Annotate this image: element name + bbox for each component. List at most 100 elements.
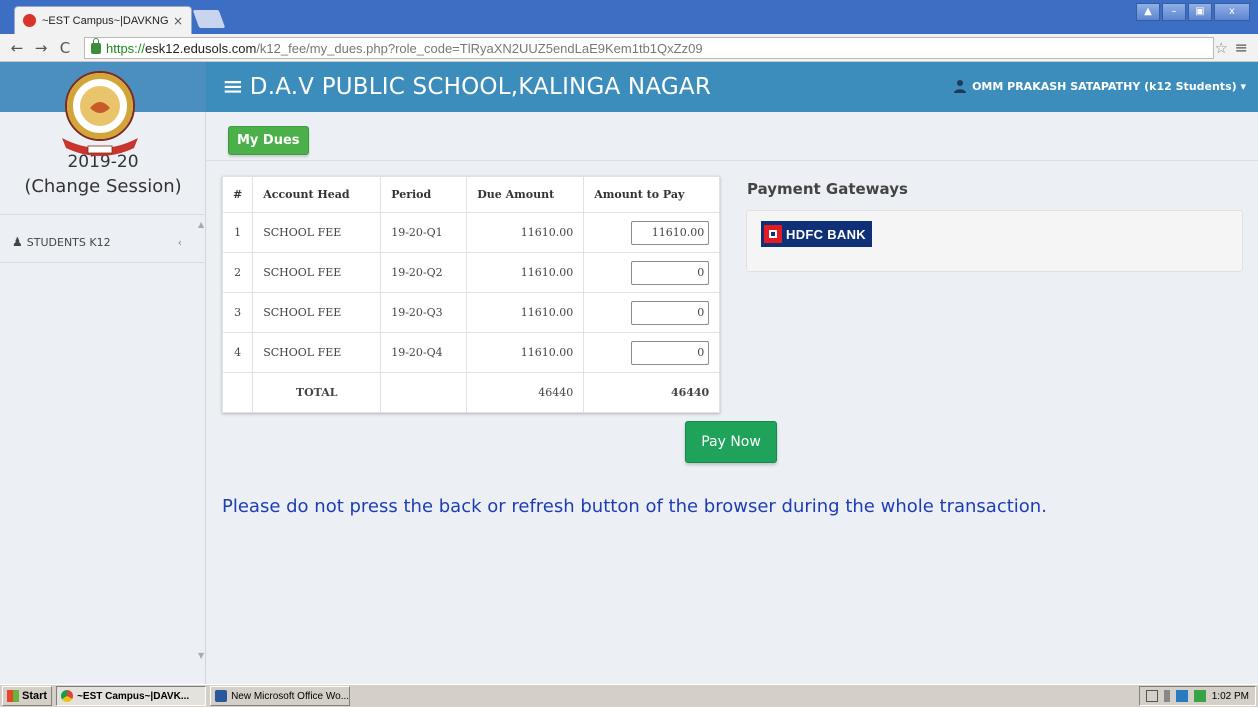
table-row: 4 SCHOOL FEE 19-20-Q4 11610.00 [221,332,721,373]
forward-arrow-icon[interactable]: → [34,39,48,57]
main-content: My Dues # Account Head Period Due Amount… [206,112,1258,684]
url-path: /k12_fee/my_dues.php?role_code=TlRyaXN2U… [256,40,703,56]
tray-app-icon[interactable] [1193,690,1206,702]
due-amount: 11610.00 [466,252,585,293]
amount-to-pay-cell [583,252,721,293]
column-header: # [221,176,254,213]
payment-gateways-panel: HDFC BANK [746,210,1243,272]
amount-to-pay-input[interactable] [631,220,710,245]
period: 19-20-Q2 [380,252,468,293]
sidebar-item-label: STUDENTS K12 [26,235,111,249]
minimize-button[interactable]: – [1162,3,1186,21]
hamburger-menu-icon[interactable]: ≡ [222,72,244,102]
school-name: D.A.V PUBLIC SCHOOL,KALINGA NAGAR [249,74,711,100]
table-row: 2 SCHOOL FEE 19-20-Q2 11610.00 [221,252,721,293]
chrome-icon [61,690,74,702]
period: 19-20-Q4 [380,332,468,373]
amount-to-pay-input[interactable] [631,260,710,285]
amount-to-pay-cell [583,332,721,373]
column-header: Account Head [252,176,382,213]
scroll-down-icon[interactable]: ▼ [198,651,204,660]
browser-tab[interactable]: ~EST Campus~|DAVKNG × [14,6,192,34]
user-name: OMM PRAKASH SATAPATHY (k12 Students) ▾ [972,79,1246,93]
taskbar-item-label: New Microsoft Office Wo... [231,690,350,702]
account-head: SCHOOL FEE [252,252,382,293]
amount-to-pay-cell [583,292,721,333]
browser-menu-icon[interactable]: ≡ [1235,38,1248,57]
taskbar-item-label: ~EST Campus~|DAVK... [77,690,190,702]
url-scheme: https:// [106,40,146,56]
hdfc-bank-gateway[interactable]: HDFC BANK [761,221,872,247]
tray-app-icon[interactable] [1175,690,1188,702]
browser-tabbar: ~EST Campus~|DAVKNG × ▲ – ▣ x [0,0,1258,34]
due-amount: 11610.00 [466,292,585,333]
word-icon [215,690,228,702]
sidebar-scrollbar[interactable]: ▲ ▼ [198,220,206,660]
new-tab-button[interactable] [192,10,226,28]
url-host: esk12.edusols.com [145,40,257,56]
tab-close-icon[interactable]: × [173,14,183,28]
hdfc-logo-icon [764,225,782,243]
window-controls: ▲ – ▣ x [1136,3,1250,21]
windows-flag-icon [7,690,19,702]
column-header: Amount to Pay [583,176,721,213]
row-number: 2 [221,252,254,293]
chevron-left-icon: ‹ [177,235,182,249]
row-number: 4 [221,332,254,373]
site-favicon-icon [23,14,36,27]
pay-now-button[interactable]: Pay Now [685,421,777,463]
maximize-button[interactable]: ▣ [1188,3,1212,21]
window-extra-button[interactable]: ▲ [1136,3,1160,21]
hdfc-label: HDFC BANK [786,226,866,242]
account-head: SCHOOL FEE [252,292,382,333]
column-header: Period [380,176,468,213]
reload-icon[interactable]: C [58,39,72,57]
tab-title: ~EST Campus~|DAVKNG [42,14,169,27]
total-empty-cell [380,372,468,413]
start-button[interactable]: Start [2,686,53,706]
content-divider [206,160,1258,161]
change-session-link[interactable]: (Change Session) [0,176,206,197]
address-bar[interactable]: https:// esk12.edusols.com /k12_fee/my_d… [84,37,1214,59]
user-icon [954,80,967,93]
amount-to-pay-input[interactable] [631,300,710,325]
total-label: TOTAL [252,372,382,413]
back-arrow-icon[interactable]: ← [10,39,24,57]
bookmark-star-icon[interactable]: ☆ [1215,39,1228,57]
clock: 1:02 PM [1211,690,1249,702]
help-icon[interactable] [1145,690,1158,702]
os-taskbar: Start ~EST Campus~|DAVK... New Microsoft… [0,684,1258,707]
total-empty-cell [221,372,254,413]
total-row: TOTAL 46440 46440 [221,372,721,413]
dues-table: # Account Head Period Due Amount Amount … [221,176,721,413]
school-logo [62,71,138,156]
account-head: SCHOOL FEE [252,332,382,373]
user-menu[interactable]: OMM PRAKASH SATAPATHY (k12 Students) ▾ [953,79,1246,93]
close-window-button[interactable]: x [1214,3,1250,21]
due-amount: 11610.00 [466,212,585,253]
network-icon[interactable] [1163,690,1170,702]
transaction-warning: Please do not press the back or refresh … [222,496,1047,517]
taskbar-item-word[interactable]: New Microsoft Office Wo... [210,686,351,706]
lock-icon [91,37,101,54]
sidebar-divider [0,214,206,215]
taskbar-item-browser[interactable]: ~EST Campus~|DAVK... [56,686,207,706]
users-icon: ♟ [12,235,23,249]
start-label: Start [22,690,48,702]
account-head: SCHOOL FEE [252,212,382,253]
sidebar-divider [0,262,206,263]
period: 19-20-Q1 [380,212,468,253]
payment-gateways-title: Payment Gateways [747,180,908,198]
my-dues-button[interactable]: My Dues [228,126,309,155]
amount-to-pay-input[interactable] [631,340,710,365]
browser-toolbar: ← → C https:// esk12.edusols.com /k12_fe… [0,34,1258,62]
total-due: 46440 [466,372,585,413]
table-row: 1 SCHOOL FEE 19-20-Q1 11610.00 [221,212,721,253]
sidebar-item-students-k12[interactable]: ♟ STUDENTS K12 ‹ [0,224,196,260]
sidebar: 2019-20 (Change Session) ♟ STUDENTS K12 … [0,112,206,684]
scroll-up-icon[interactable]: ▲ [198,220,204,229]
row-number: 3 [221,292,254,333]
column-header: Due Amount [466,176,585,213]
app-header: ≡ D.A.V PUBLIC SCHOOL,KALINGA NAGAR OMM … [206,62,1258,112]
total-pay: 46440 [583,372,721,413]
